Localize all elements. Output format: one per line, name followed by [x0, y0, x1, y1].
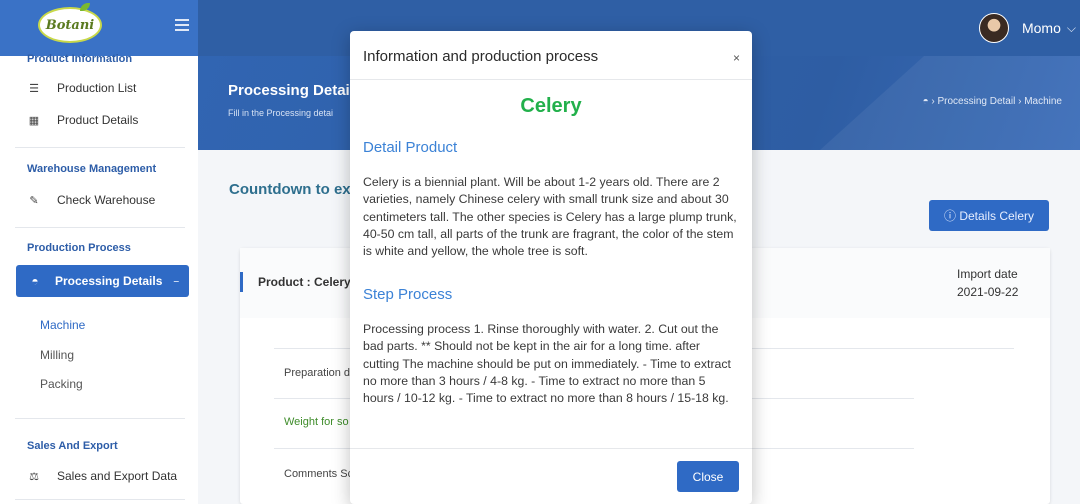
close-icon[interactable]: × — [733, 51, 740, 65]
step-process-heading: Step Process — [363, 286, 453, 303]
detail-product-text: Celery is a biennial plant. Will be abou… — [363, 175, 737, 259]
modal-footer-divider — [350, 448, 752, 449]
close-button[interactable]: Close — [677, 461, 739, 492]
step-process-text: Processing process 1. Rinse thoroughly w… — [363, 322, 731, 406]
info-modal: Information and production process × Cel… — [350, 31, 752, 504]
product-name: Celery — [520, 95, 582, 117]
modal-title: Information and production process — [363, 48, 599, 65]
detail-product-heading: Detail Product — [363, 139, 458, 156]
modal-header: Information and production process × — [350, 31, 752, 80]
